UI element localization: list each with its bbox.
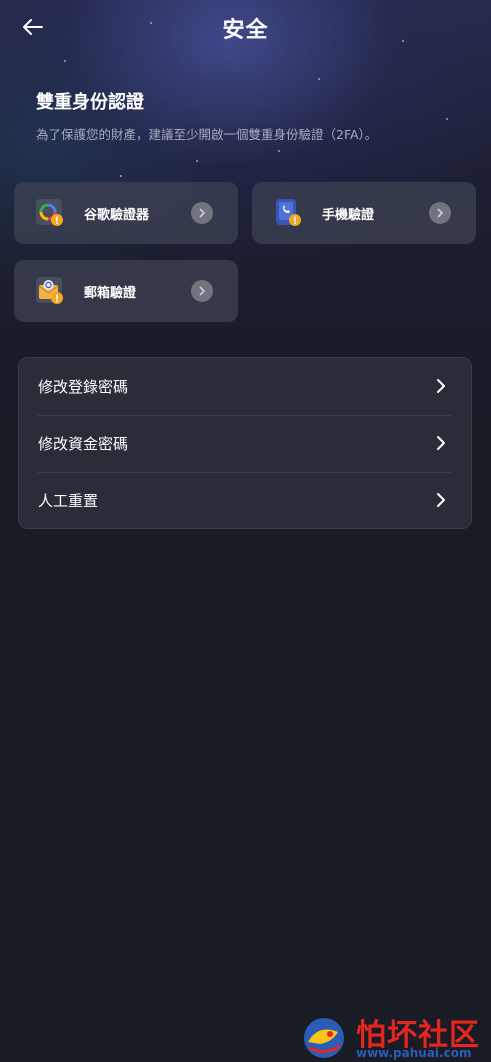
security-menu-panel: 修改登錄密碼 修改資金密碼 人工重置 [18, 357, 472, 529]
email-verification-label: 郵箱驗證 [84, 286, 137, 301]
chevron-right-icon [437, 436, 445, 450]
chevron-right-icon [429, 202, 451, 224]
watermark: 怕坏社区 www.pahuai.com [300, 1008, 491, 1062]
star-dot [120, 175, 122, 177]
menu-item-label: 人工重置 [38, 492, 99, 510]
two-factor-title: 雙重身份認證 [36, 92, 144, 113]
menu-item-change-login-password[interactable]: 修改登錄密碼 [19, 358, 471, 415]
chevron-right-icon [191, 280, 213, 302]
google-authenticator-icon [36, 199, 64, 227]
page-title: 安全 [222, 18, 269, 43]
star-dot [196, 160, 198, 162]
google-authenticator-card[interactable]: 谷歌驗證器 [14, 182, 238, 244]
phone-verification-card[interactable]: 手機驗證 [252, 182, 476, 244]
email-verification-card[interactable]: 郵箱驗證 [14, 260, 238, 322]
star-dot [446, 118, 448, 120]
phone-verification-label: 手機驗證 [322, 208, 375, 223]
star-dot [318, 78, 320, 80]
watermark-logo-icon [304, 1018, 344, 1058]
two-factor-description: 為了保護您的財產，建議至少開啟一個雙重身份驗證（2FA）。 [36, 127, 378, 142]
menu-item-change-fund-password[interactable]: 修改資金密碼 [19, 415, 471, 472]
menu-item-manual-reset[interactable]: 人工重置 [19, 472, 471, 529]
chevron-right-icon [437, 493, 445, 507]
menu-item-label: 修改資金密碼 [38, 435, 129, 453]
menu-item-label: 修改登錄密碼 [38, 378, 129, 396]
watermark-url: www.pahuai.com [356, 1046, 472, 1060]
star-dot [278, 150, 280, 152]
chevron-right-icon [437, 379, 445, 393]
star-dot [64, 60, 66, 62]
chevron-right-icon [191, 202, 213, 224]
email-icon [36, 277, 64, 305]
app-header: 安全 [0, 0, 491, 54]
phone-icon [274, 199, 302, 227]
google-authenticator-label: 谷歌驗證器 [84, 208, 150, 223]
